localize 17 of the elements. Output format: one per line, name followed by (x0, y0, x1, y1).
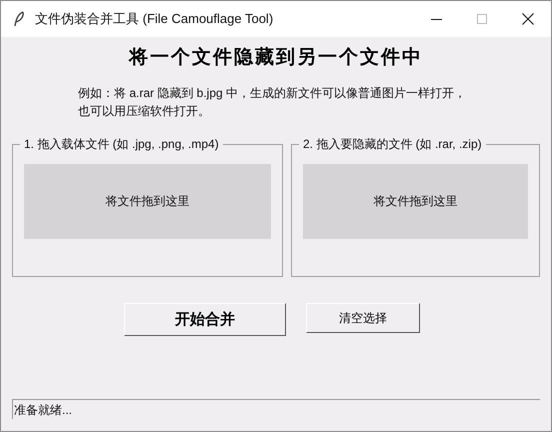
close-icon (522, 13, 534, 25)
drop-zone[interactable]: 将文件拖到这里 (302, 164, 528, 238)
status-text: 准备就绪... (13, 402, 72, 418)
group-label: 1. 拖入载体文件 (如 .jpg, .png, .mp4) (20, 136, 223, 152)
maximize-icon (477, 14, 487, 24)
description-text: 例如：将 a.rar 隐藏到 b.jpg 中，生成的新文件可以像普通图片一样打开， (78, 84, 468, 102)
drop-zone[interactable]: 将文件拖到这里 (24, 164, 271, 238)
feather-icon (13, 11, 25, 27)
clear-button[interactable]: 清空选择 (306, 302, 420, 332)
start-merge-button[interactable]: 开始合并 (124, 302, 286, 336)
minimize-icon (430, 18, 442, 20)
heading: 将一个文件隐藏到另一个文件中 (129, 45, 423, 70)
description-text: 也可以用压缩软件打开。 (78, 102, 211, 120)
window-title: 文件伪装合并工具 (File Camouflage Tool) (35, 10, 274, 28)
drop-zone-text: 将文件拖到这里 (105, 193, 190, 210)
drop-zone-text: 将文件拖到这里 (373, 193, 458, 210)
group-label: 2. 拖入要隐藏的文件 (如 .rar, .zip) (298, 136, 486, 152)
